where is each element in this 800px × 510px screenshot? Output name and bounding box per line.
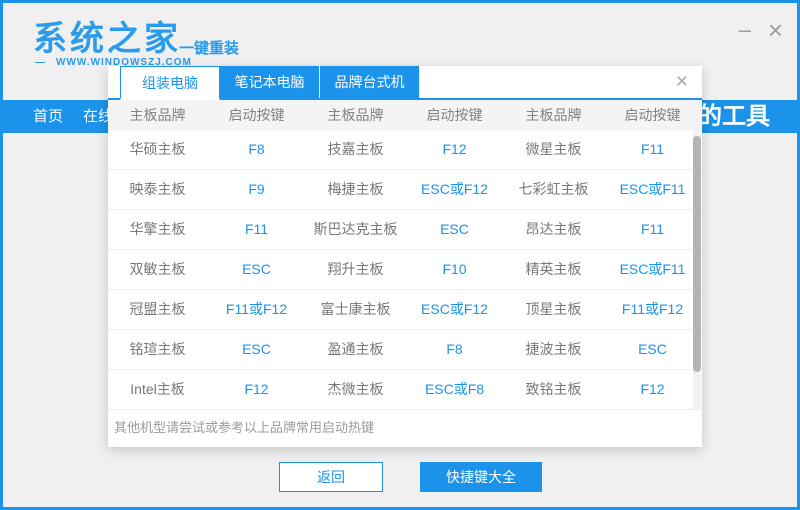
- board-brand-cell: Intel主板: [108, 370, 207, 409]
- tab-laptop[interactable]: 笔记本电脑: [220, 66, 320, 98]
- board-brand-cell: 梅捷主板: [306, 170, 405, 209]
- boot-key-cell: F12: [603, 370, 702, 409]
- boot-key-cell: F8: [405, 330, 504, 369]
- boot-key-cell: F9: [207, 170, 306, 209]
- boot-key-cell: F10: [405, 250, 504, 289]
- dialog-close-icon[interactable]: ×: [676, 71, 688, 92]
- column-header: 主板品牌: [504, 100, 603, 130]
- table-row: 华擎主板F11斯巴达克主板ESC昂达主板F11: [108, 210, 702, 250]
- column-header: 主板品牌: [306, 100, 405, 130]
- dash-decoration: —: [35, 57, 46, 68]
- boot-key-cell: F11或F12: [603, 290, 702, 329]
- board-brand-cell: 七彩虹主板: [504, 170, 603, 209]
- boot-key-cell: ESC: [603, 330, 702, 369]
- boot-key-cell: ESC或F11: [603, 250, 702, 289]
- scrollbar-thumb[interactable]: [693, 136, 701, 372]
- boot-key-cell: ESC: [207, 330, 306, 369]
- table-row: 映泰主板F9梅捷主板ESC或F12七彩虹主板ESC或F11: [108, 170, 702, 210]
- boot-key-cell: F11: [207, 210, 306, 249]
- boot-hotkey-dialog: 组装电脑 笔记本电脑 品牌台式机 × 主板品牌 启动按键 主板品牌 启动按键 主…: [108, 66, 702, 447]
- column-header: 启动按键: [405, 100, 504, 130]
- app-logo: 系统之家: [33, 11, 181, 60]
- board-brand-cell: 华擎主板: [108, 210, 207, 249]
- board-brand-cell: 微星主板: [504, 130, 603, 169]
- table-body: 华硕主板F8技嘉主板F12微星主板F11映泰主板F9梅捷主板ESC或F12七彩虹…: [108, 130, 702, 410]
- app-window: 系统之家 一键重装 — WWW.WINDOWSZJ.COM – × 首页 在线重…: [0, 0, 800, 510]
- other-models-note: 其他机型请尝试或参考以上品牌常用启动热键: [108, 410, 702, 447]
- hotkeys-collection-button[interactable]: 快捷键大全: [420, 462, 542, 492]
- board-brand-cell: 铭瑄主板: [108, 330, 207, 369]
- table-row: 铭瑄主板ESC盈通主板F8捷波主板ESC: [108, 330, 702, 370]
- board-brand-cell: 精英主板: [504, 250, 603, 289]
- board-brand-cell: 技嘉主板: [306, 130, 405, 169]
- window-close-icon[interactable]: ×: [768, 17, 783, 43]
- boot-key-cell: ESC: [207, 250, 306, 289]
- board-brand-cell: 华硕主板: [108, 130, 207, 169]
- board-brand-cell: 斯巴达克主板: [306, 210, 405, 249]
- board-brand-cell: 致铭主板: [504, 370, 603, 409]
- board-brand-cell: 翔升主板: [306, 250, 405, 289]
- tab-assembled-pc[interactable]: 组装电脑: [120, 66, 220, 100]
- board-brand-cell: 富士康主板: [306, 290, 405, 329]
- board-brand-cell: 映泰主板: [108, 170, 207, 209]
- boot-key-cell: ESC或F8: [405, 370, 504, 409]
- app-logo-subtitle: 一键重装: [179, 37, 239, 58]
- board-brand-cell: 捷波主板: [504, 330, 603, 369]
- back-button[interactable]: 返回: [279, 462, 383, 492]
- board-brand-cell: 盈通主板: [306, 330, 405, 369]
- board-brand-cell: 冠盟主板: [108, 290, 207, 329]
- boot-key-cell: ESC或F11: [603, 170, 702, 209]
- minimize-icon[interactable]: –: [739, 19, 751, 41]
- tab-brand-desktop[interactable]: 品牌台式机: [320, 66, 420, 98]
- boot-key-cell: F11或F12: [207, 290, 306, 329]
- column-header: 主板品牌: [108, 100, 207, 130]
- board-brand-cell: 杰微主板: [306, 370, 405, 409]
- boot-key-cell: ESC或F12: [405, 170, 504, 209]
- boot-key-cell: F12: [207, 370, 306, 409]
- table-header-row: 主板品牌 启动按键 主板品牌 启动按键 主板品牌 启动按键: [108, 100, 702, 130]
- column-header: 启动按键: [207, 100, 306, 130]
- boot-key-cell: ESC: [405, 210, 504, 249]
- column-header: 启动按键: [603, 100, 702, 130]
- table-row: 冠盟主板F11或F12富士康主板ESC或F12顶星主板F11或F12: [108, 290, 702, 330]
- table-row: 双敏主板ESC翔升主板F10精英主板ESC或F11: [108, 250, 702, 290]
- boot-key-cell: F11: [603, 130, 702, 169]
- table-row: 华硕主板F8技嘉主板F12微星主板F11: [108, 130, 702, 170]
- table-row: Intel主板F12杰微主板ESC或F8致铭主板F12: [108, 370, 702, 410]
- board-brand-cell: 昂达主板: [504, 210, 603, 249]
- boot-key-cell: ESC或F12: [405, 290, 504, 329]
- boot-key-cell: F11: [603, 210, 702, 249]
- board-brand-cell: 顶星主板: [504, 290, 603, 329]
- nav-item-home[interactable]: 首页: [33, 100, 63, 133]
- board-brand-cell: 双敏主板: [108, 250, 207, 289]
- tab-strip: 组装电脑 笔记本电脑 品牌台式机 ×: [108, 66, 702, 100]
- boot-key-cell: F12: [405, 130, 504, 169]
- banner-text-fragment: 的工具: [698, 100, 770, 133]
- boot-key-cell: F8: [207, 130, 306, 169]
